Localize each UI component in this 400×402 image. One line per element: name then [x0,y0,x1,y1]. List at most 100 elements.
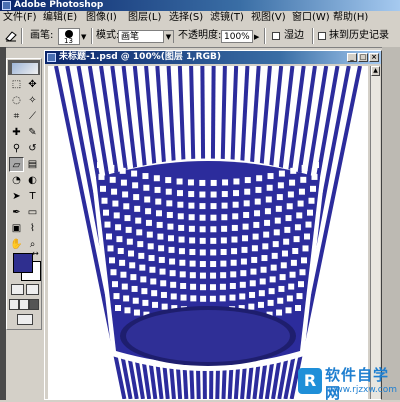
mesh-hole [179,259,186,266]
mesh-hole [255,186,262,193]
mesh-hole [233,178,240,185]
document-canvas[interactable] [48,66,368,399]
mesh-hole [133,194,140,201]
brush-dropdown-arrow-icon[interactable]: ▼ [81,31,86,43]
close-button[interactable]: × [369,53,379,62]
history-brush-icon[interactable]: ↺ [25,141,40,156]
mode-select[interactable]: 画笔 ▼ [118,30,174,43]
minimize-button[interactable]: _ [347,53,357,62]
pen-icon[interactable]: ✒ [9,205,24,220]
menu-filter[interactable]: 滤镜(T) [210,12,244,24]
opacity-input[interactable]: 100% [221,30,253,43]
mesh-hole [137,241,144,248]
mesh-hole [243,200,250,207]
menu-layer[interactable]: 图层(L) [128,12,161,24]
screen-mode-full-icon[interactable] [29,299,39,310]
standard-mode-icon[interactable] [11,284,24,295]
dodge-icon[interactable]: ◐ [25,173,40,188]
mesh-hole [117,247,124,254]
eyedropper-icon[interactable]: ⌇ [25,221,40,236]
lasso-icon[interactable]: ◌ [9,93,24,108]
mesh-hole [101,197,108,204]
maximize-button[interactable]: □ [358,53,368,62]
mesh-hole [113,212,120,219]
gradient-icon[interactable]: ▤ [25,157,40,172]
mesh-hole [244,177,251,184]
mesh-hole [298,281,304,288]
mesh-hole [199,237,206,244]
mesh-hole [277,297,284,304]
mesh-hole [261,255,268,262]
mesh-hole [158,245,165,252]
vertical-scrollbar[interactable]: ▲ [370,66,380,399]
adobe-online-logo-icon[interactable] [12,63,38,74]
mesh-hole [251,256,258,263]
erase-to-history-checkbox[interactable] [318,32,326,40]
mesh-hole [240,270,247,277]
menu-view[interactable]: 视图(V) [251,12,286,24]
blur-icon[interactable]: ◔ [9,173,24,188]
path-select-icon[interactable]: ➤ [9,189,24,204]
mesh-hole [233,190,240,197]
mesh-hole [293,236,300,243]
mesh-hole [278,170,285,177]
mesh-hole [266,184,273,191]
notes-icon[interactable]: ▣ [9,221,24,236]
mesh-hole [103,209,109,216]
menu-edit[interactable]: 编辑(E) [43,12,77,24]
brush-icon[interactable]: ✎ [25,125,40,140]
type-icon[interactable]: T [25,189,40,204]
menu-image[interactable]: 图像(I) [86,12,117,24]
menu-window[interactable]: 窗口(W) [292,12,330,24]
mesh-hole [260,266,267,273]
swap-colors-icon[interactable]: ↔ [32,249,39,258]
mesh-hole [165,188,172,195]
eraser-tool-preset-icon[interactable] [4,30,18,42]
mesh-hole [221,225,228,232]
mesh-hole [243,211,250,218]
foreground-color-swatch-front[interactable] [13,253,33,273]
opacity-dropdown-icon[interactable]: ▶ [254,31,259,43]
mesh-hole [241,246,248,253]
scroll-up-button[interactable]: ▲ [371,66,380,76]
mesh-hole [200,284,207,291]
mesh-hole [189,272,196,279]
eraser-icon[interactable]: ▱ [9,157,24,172]
wet-edges-checkbox[interactable] [272,32,280,40]
mesh-hole [141,288,148,295]
crop-icon[interactable]: ⌗ [9,109,24,124]
mode-value: 画笔 [121,32,140,42]
quick-mask-mode-icon[interactable] [26,284,39,295]
menu-help[interactable]: 帮助(H) [333,12,368,24]
menu-file[interactable]: 文件(F) [3,12,37,24]
stamp-icon[interactable]: ⚲ [9,141,24,156]
move-icon[interactable]: ✥ [25,77,40,92]
jump-to-imageready-icon[interactable] [17,314,33,325]
brush-picker[interactable]: 13 [58,28,80,45]
photoshop-app-icon [2,1,11,10]
slice-icon[interactable]: ⟋ [25,109,40,124]
mesh-hole [231,224,238,231]
mesh-hole [142,173,149,180]
mesh-hole [285,215,292,222]
mesh-hole [160,291,167,298]
screen-mode-full-menu-icon[interactable] [19,299,29,310]
healing-icon[interactable]: ✚ [9,125,24,140]
mesh-hole [296,293,303,300]
mesh-hole [138,252,145,259]
mesh-hole [188,214,195,221]
mesh-hole [199,214,206,221]
rjzxw-logo-icon: R [298,368,322,394]
mesh-hole [298,188,305,195]
mesh-hole [264,208,271,215]
marquee-icon[interactable]: ⬚ [9,77,24,92]
hand-icon[interactable]: ✋ [9,237,24,252]
menu-select[interactable]: 选择(S) [169,12,203,24]
mesh-hole [177,201,184,208]
magic-wand-icon[interactable]: ✧ [25,93,40,108]
document-title-bar[interactable]: 未标题-1.psd @ 100%(图层 1,RGB) _ □ × [45,51,381,64]
screen-mode-standard-icon[interactable] [9,299,19,310]
mesh-hole [133,309,140,316]
shape-icon[interactable]: ▭ [25,205,40,220]
mesh-hole [230,259,237,266]
